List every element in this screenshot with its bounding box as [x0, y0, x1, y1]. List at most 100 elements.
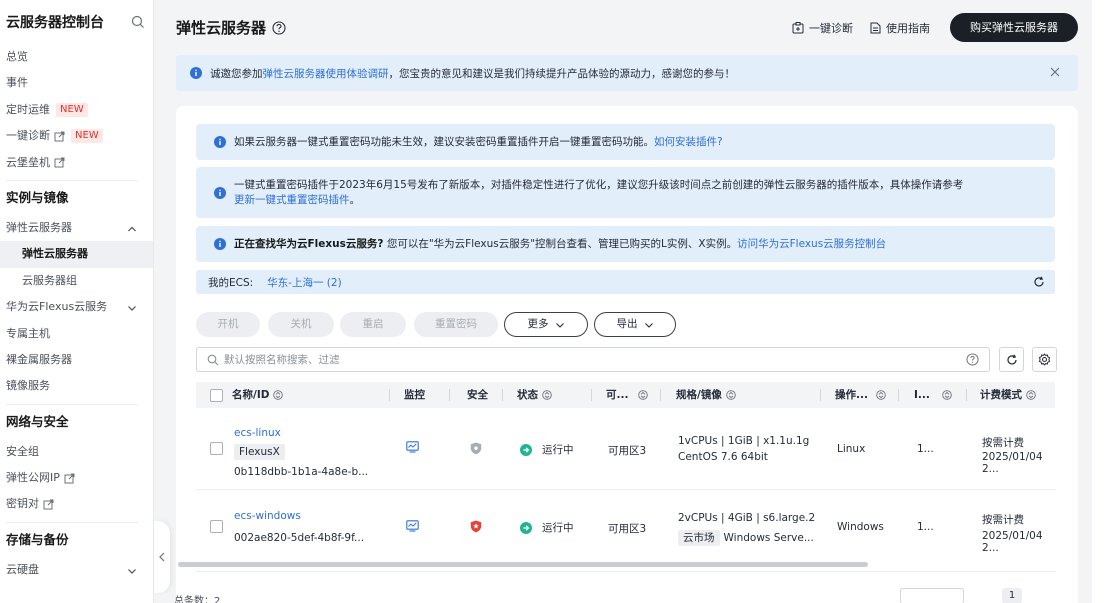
alert-text: 正在查找华为云Flexus云服务? 您可以在"华为云Flexus云服务"控制台查… — [234, 237, 886, 252]
col-name[interactable]: 名称/ID — [232, 382, 284, 408]
alert-reset-plugin: 如果云服务器一键式重置密码功能未生效，建议安装密码重置插件开启一键重置密码功能。… — [196, 124, 1055, 160]
sidebar-collapse-handle[interactable] — [154, 521, 170, 593]
shield-icon[interactable] — [470, 442, 482, 458]
col-ip[interactable]: I... — [914, 382, 952, 408]
col-separator — [389, 389, 390, 401]
table-header: 名称/ID 监控 安全 状态 可... 规格/镜像 操作... I... 计费模… — [196, 382, 1055, 408]
col-label: 计费模式 — [980, 389, 1022, 401]
flexus-console-link[interactable]: 访问华为云Flexus云服务控制台 — [737, 238, 886, 250]
sidebar-item-security-group[interactable]: 安全组 — [0, 439, 153, 465]
table-row[interactable]: ecs-windows 002ae820-5def-4b8f-9f... 运行中… — [196, 490, 1055, 572]
page-current[interactable]: 1 — [1002, 588, 1022, 603]
page-size-select[interactable] — [900, 588, 964, 603]
checkbox[interactable] — [210, 388, 223, 402]
running-icon — [520, 521, 532, 534]
diagnose-label: 一键诊断 — [809, 22, 853, 35]
total-count: 总条数：2 — [174, 596, 221, 603]
sidebar-item-eip[interactable]: 弹性公网IP — [0, 465, 153, 491]
search-icon — [207, 354, 219, 365]
sidebar-item-diagnose[interactable]: 一键诊断 NEW — [0, 123, 153, 149]
ecs-table: 名称/ID 监控 安全 状态 可... 规格/镜像 操作... I... 计费模… — [196, 382, 1055, 572]
alert-text: 一键式重置密码插件于2023年6月15号发布了新版本，对插件稳定性进行了优化，建… — [234, 178, 963, 208]
close-icon[interactable] — [1050, 67, 1060, 77]
export-button[interactable]: 导出 — [594, 312, 676, 337]
install-plugin-link[interactable]: 如何安装插件? — [654, 136, 723, 148]
checkbox[interactable] — [210, 442, 223, 455]
info-icon — [190, 67, 202, 79]
col-az[interactable]: 可... — [606, 382, 649, 408]
sort-icon — [273, 390, 284, 400]
update-plugin-link[interactable]: 更新一键式重置密码插件 — [234, 194, 350, 206]
alert-body: 如果云服务器一键式重置密码功能未生效，建议安装密码重置插件开启一键重置密码功能。 — [234, 135, 654, 148]
col-status[interactable]: 状态 — [517, 382, 552, 408]
stop-button[interactable]: 关机 — [268, 312, 334, 337]
col-separator — [898, 389, 899, 401]
checkbox[interactable] — [210, 520, 223, 533]
page-title: 弹性云服务器 — [176, 17, 286, 38]
sidebar-item-ecs[interactable]: 弹性云服务器 — [0, 241, 153, 268]
col-separator — [502, 389, 503, 401]
help-icon[interactable] — [966, 353, 979, 366]
monitor-icon[interactable] — [406, 441, 419, 456]
sidebar-item-ecs-group[interactable]: 云服务器组 — [0, 268, 153, 294]
filter-icon — [542, 390, 552, 400]
ip-cell: 1... — [917, 443, 934, 455]
chevron-down-icon — [128, 306, 136, 311]
guide-link[interactable]: 使用指南 — [870, 20, 930, 36]
settings-button[interactable] — [1032, 347, 1057, 372]
instance-name-link[interactable]: ecs-linux — [234, 427, 281, 439]
main-content: 弹性云服务器 一键诊断 使用指南 购买弹性云服务器 诚邀您参加弹性云服务器使用体… — [154, 0, 1092, 603]
start-button[interactable]: 开机 — [196, 312, 260, 337]
refresh-icon[interactable] — [1033, 276, 1045, 288]
reset-password-button[interactable]: 重置密码 — [414, 312, 498, 337]
running-icon — [520, 443, 532, 456]
more-button[interactable]: 更多 — [504, 312, 588, 337]
console-title: 云服务器控制台 — [6, 15, 104, 31]
col-spec[interactable]: 规格/镜像 — [676, 382, 736, 408]
sidebar-item-cloud-disk[interactable]: 云硬盘 — [0, 557, 153, 583]
sidebar-item-bastion[interactable]: 云堡垒机 — [0, 150, 153, 176]
shield-alert-icon[interactable] — [470, 520, 482, 536]
billing-time: 2025/01/04 2... — [982, 451, 1043, 475]
status-running: 运行中 — [520, 442, 574, 457]
sort-icon — [942, 390, 952, 400]
guide-label: 使用指南 — [886, 22, 930, 35]
sidebar-item-image-service[interactable]: 镜像服务 — [0, 373, 153, 399]
gear-icon — [1038, 353, 1051, 366]
sidebar-item-keypair[interactable]: 密钥对 — [0, 491, 153, 517]
sidebar-item-ecs-parent[interactable]: 弹性云服务器 — [0, 215, 153, 241]
col-billing[interactable]: 计费模式 — [980, 382, 1036, 408]
sidebar-item-flexus[interactable]: 华为云Flexus云服务 — [0, 294, 153, 320]
image-cell: CentOS 7.6 64bit — [678, 451, 768, 463]
restart-button[interactable]: 重启 — [340, 312, 406, 337]
diagnose-link[interactable]: 一键诊断 — [792, 20, 853, 36]
search-input[interactable]: 默认按照名称搜索、过滤 — [196, 347, 990, 372]
survey-notice: 诚邀您参加弹性云服务器使用体验调研，您宝贵的意见和建议是我们持续提升产品体验的源… — [176, 55, 1078, 91]
select-all[interactable] — [210, 382, 223, 408]
new-badge: NEW — [71, 129, 103, 144]
col-separator — [449, 389, 450, 401]
instance-id: 002ae820-5def-4b8f-9f... — [234, 532, 365, 544]
refresh-icon — [1006, 354, 1017, 364]
sidebar-item-events[interactable]: 事件 — [0, 70, 153, 96]
info-icon — [214, 186, 226, 199]
sidebar-item-dedicated-host[interactable]: 专属主机 — [0, 321, 153, 347]
sidebar-item-scheduled-ops[interactable]: 定时运维 NEW — [0, 97, 153, 123]
instance-name-link[interactable]: ecs-windows — [234, 510, 301, 522]
search-icon[interactable] — [131, 15, 145, 29]
help-icon[interactable] — [272, 20, 286, 35]
refresh-button[interactable] — [999, 347, 1024, 372]
sidebar-item-bms[interactable]: 裸金属服务器 — [0, 347, 153, 373]
horizontal-scrollbar[interactable] — [178, 562, 868, 567]
region-selector[interactable]: 华东-上海一 (2) — [267, 275, 342, 290]
buy-ecs-button[interactable]: 购买弹性云服务器 — [950, 13, 1078, 42]
col-security: 安全 — [467, 389, 488, 401]
col-os[interactable]: 操作... — [835, 382, 886, 408]
table-row[interactable]: ecs-linux FlexusX 0b118dbb-1b1a-4a8e-b..… — [196, 408, 1055, 490]
billing-time: 2025/01/04 2... — [982, 530, 1043, 554]
spec-cell: 1vCPUs | 1GiB | x1.1u.1g — [678, 435, 810, 447]
alert-bold: 正在查找华为云Flexus云服务? — [234, 237, 384, 250]
monitor-icon[interactable] — [406, 520, 419, 535]
survey-link[interactable]: 弹性云服务器使用体验调研 — [263, 68, 389, 80]
sidebar-item-overview[interactable]: 总览 — [0, 44, 153, 70]
